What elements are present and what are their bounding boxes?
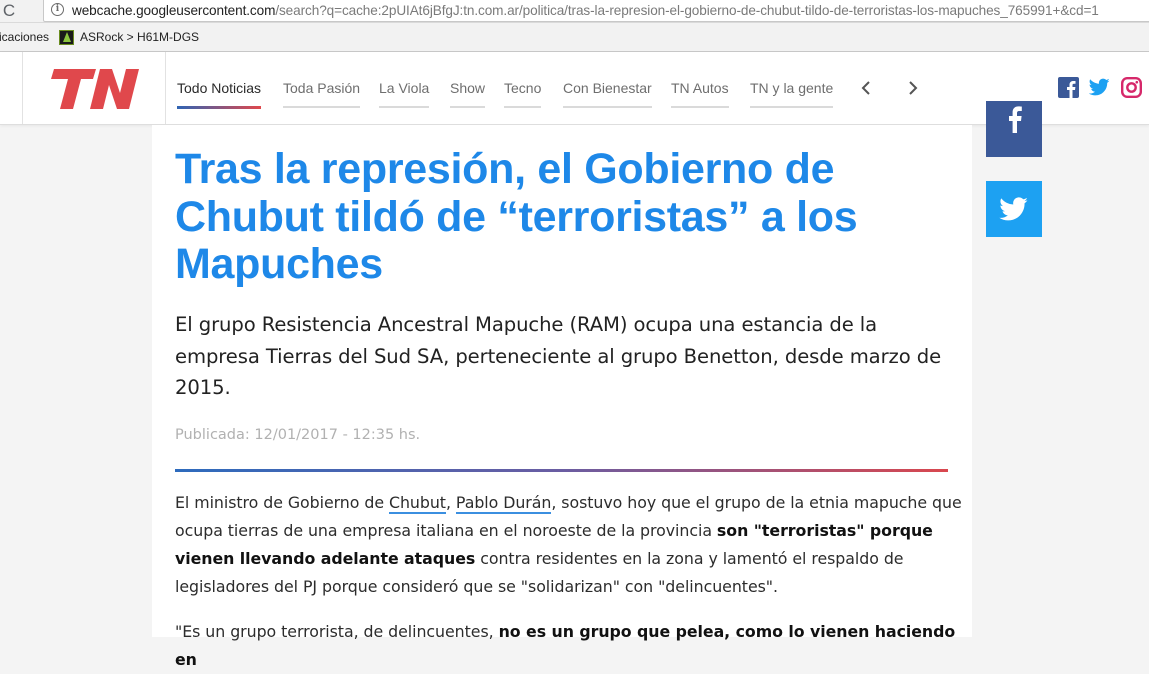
text: "Es un grupo terrorista, de delincuentes…: [175, 622, 499, 641]
tn-logo[interactable]: [50, 67, 140, 111]
nav-item-tn-autos[interactable]: TN Autos: [671, 79, 729, 108]
share-facebook-button[interactable]: [986, 101, 1042, 157]
url-path: /search?q=cache:2pUIAt6jBfgJ:tn.com.ar/p…: [275, 3, 1099, 18]
nav-item-show[interactable]: Show: [450, 79, 486, 108]
divider: [175, 469, 948, 472]
nav-item-tecno[interactable]: Tecno: [504, 79, 542, 108]
nav-item-todo-noticias[interactable]: Todo Noticias: [177, 79, 262, 109]
divider: [22, 52, 23, 124]
text: El ministro de Gobierno de: [175, 493, 389, 512]
nav-underline: [563, 106, 652, 108]
nav-label: Con Bienestar: [563, 80, 652, 96]
bookmark-apps[interactable]: icaciones: [0, 23, 49, 51]
published-date: Publicada: 12/01/2017 - 12:35 hs.: [175, 427, 421, 443]
nav-label: Show: [450, 80, 486, 96]
instagram-icon[interactable]: [1121, 77, 1142, 98]
link-chubut[interactable]: Chubut: [388, 493, 446, 514]
nav-item-toda-pasion[interactable]: Toda Pasión: [283, 79, 361, 108]
nav-underline: [671, 106, 729, 108]
nav-label: Toda Pasión: [283, 80, 361, 96]
twitter-icon[interactable]: [1089, 77, 1110, 98]
nav-label: Tecno: [504, 80, 542, 96]
nav-underline: [750, 106, 834, 108]
article-headline: Tras la represión, el Gobierno de Chubut…: [175, 145, 858, 288]
article-paragraph: El ministro de Gobierno de Chubut, Pablo…: [175, 489, 965, 601]
url-text[interactable]: webcache.googleusercontent.com/search?q=…: [72, 0, 1099, 22]
url-host: webcache.googleusercontent.com: [72, 3, 276, 18]
facebook-icon: [1009, 106, 1022, 133]
twitter-icon: [999, 197, 1028, 221]
browser-toolbar: C i webcache.googleusercontent.com/searc…: [0, 0, 1149, 23]
chevron-left-icon[interactable]: [858, 78, 874, 98]
nav-underline: [379, 106, 430, 108]
nav-label: Todo Noticias: [177, 80, 262, 96]
nav-label: TN y la gente: [750, 80, 834, 96]
nav-item-con-bienestar[interactable]: Con Bienestar: [563, 79, 652, 108]
article: Tras la represión, el Gobierno de Chubut…: [152, 125, 972, 669]
bookmarks-bar: icaciones ASRock > H61M-DGS: [0, 23, 1149, 52]
site-header: Todo Noticias Toda Pasión La Viola Show …: [0, 52, 1149, 125]
bookmark-asrock[interactable]: ASRock > H61M-DGS: [80, 23, 199, 51]
info-icon[interactable]: i: [51, 3, 64, 16]
nav-underline: [504, 106, 542, 108]
nav-underline: [177, 106, 262, 109]
asrock-icon: [59, 30, 74, 45]
article-paragraph: "Es un grupo terrorista, de delincuentes…: [175, 618, 965, 674]
divider: [165, 52, 166, 124]
facebook-icon[interactable]: [1058, 77, 1079, 98]
share-twitter-button[interactable]: [986, 181, 1042, 237]
nav-item-la-viola[interactable]: La Viola: [379, 79, 430, 108]
reload-icon[interactable]: C: [0, 0, 21, 22]
nav-underline: [450, 106, 486, 108]
article-subheadline: El grupo Resistencia Ancestral Mapuche (…: [175, 313, 942, 399]
link-pablo-duran[interactable]: Pablo Durán: [455, 493, 551, 514]
nav-underline: [283, 106, 361, 108]
nav-label: TN Autos: [671, 80, 729, 96]
nav-label: La Viola: [379, 80, 430, 96]
chevron-right-icon[interactable]: [905, 78, 921, 98]
address-bar[interactable]: i webcache.googleusercontent.com/search?…: [43, 0, 1149, 22]
text: ,: [445, 493, 456, 512]
nav-item-tn-y-la-gente[interactable]: TN y la gente: [750, 79, 834, 108]
